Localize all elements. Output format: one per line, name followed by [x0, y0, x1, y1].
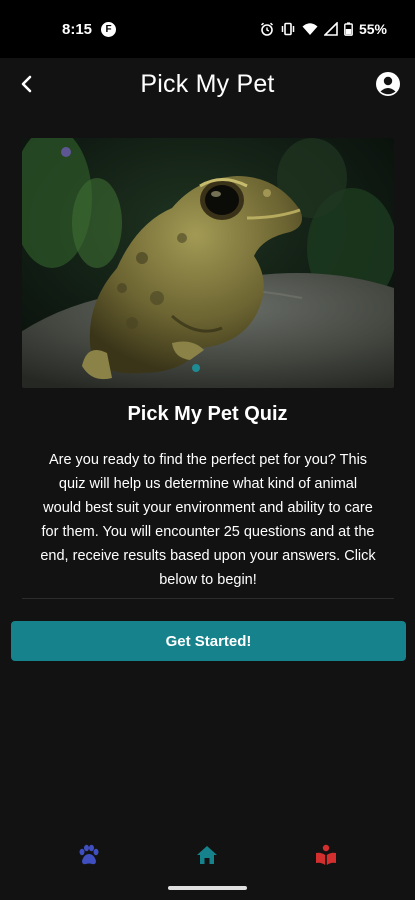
hero-image	[22, 138, 394, 388]
status-time: 8:15	[62, 20, 93, 38]
f-app-icon: F	[101, 21, 117, 37]
vibrate-icon	[280, 22, 296, 36]
battery-percent: 55%	[358, 21, 387, 37]
get-started-button[interactable]: Get Started!	[11, 621, 406, 661]
carousel-indicator-dot[interactable]	[192, 364, 200, 372]
battery-icon	[344, 22, 353, 36]
quiz-title: Pick My Pet Quiz	[127, 403, 288, 425]
page-title: Pick My Pet	[140, 69, 275, 98]
divider	[22, 598, 394, 599]
paw-icon	[79, 844, 99, 865]
wifi-icon	[302, 22, 318, 36]
back-arrow-icon[interactable]	[18, 72, 38, 96]
alarm-icon	[260, 22, 274, 36]
book-reader-icon	[315, 844, 336, 865]
app-bar: Pick My Pet	[0, 58, 415, 110]
bottom-nav	[0, 830, 415, 880]
status-bar: 8:15 F 55%	[0, 0, 415, 58]
nav-pets[interactable]	[71, 837, 107, 873]
quiz-description: Are you ready to find the perfect pet fo…	[40, 452, 376, 588]
nav-learn[interactable]	[308, 837, 344, 873]
nav-home[interactable]	[189, 837, 225, 873]
signal-icon	[323, 22, 338, 36]
account-circle-icon[interactable]	[375, 71, 401, 97]
home-icon	[197, 846, 218, 864]
home-indicator[interactable]	[168, 886, 247, 890]
